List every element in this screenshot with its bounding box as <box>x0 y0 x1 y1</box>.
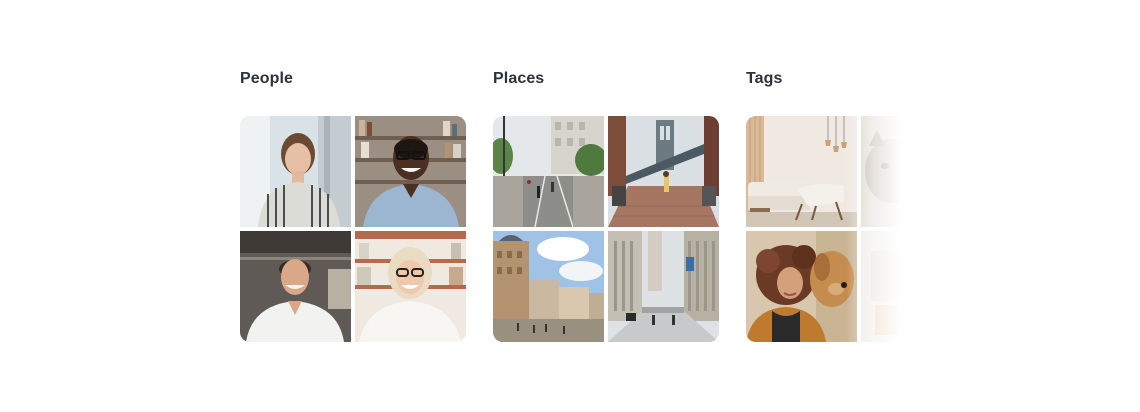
tags-section: Tags <box>746 68 908 342</box>
places-photo-2[interactable] <box>608 116 719 227</box>
places-photo-1[interactable] <box>493 116 604 227</box>
tags-photo-4[interactable] <box>861 231 906 342</box>
people-photo-grid[interactable] <box>240 116 466 342</box>
tags-photo-3[interactable] <box>746 231 857 342</box>
people-photo-1[interactable] <box>240 116 351 227</box>
people-photo-3[interactable] <box>240 231 351 342</box>
tags-title: Tags <box>746 70 783 87</box>
tags-photo-2[interactable] <box>861 116 906 227</box>
places-section: Places <box>493 68 719 342</box>
people-photo-4[interactable] <box>355 231 466 342</box>
places-photo-4[interactable] <box>608 231 719 342</box>
tags-photo-1[interactable] <box>746 116 857 227</box>
people-title: People <box>240 70 294 87</box>
people-section: People <box>240 68 466 342</box>
places-title: Places <box>493 70 545 87</box>
people-photo-2[interactable] <box>355 116 466 227</box>
places-photo-grid[interactable] <box>493 116 719 342</box>
tags-photo-grid[interactable] <box>746 116 906 342</box>
places-photo-3[interactable] <box>493 231 604 342</box>
